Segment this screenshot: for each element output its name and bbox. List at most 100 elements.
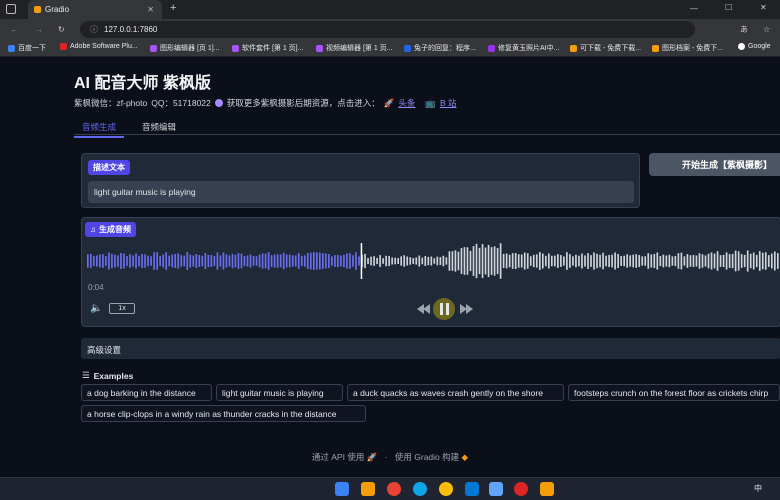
chrome-icon[interactable] [387, 482, 401, 496]
waveform-bar [647, 253, 650, 269]
waveform-bar [776, 253, 779, 269]
waveform-bar [566, 252, 568, 270]
waveform-bar [590, 255, 592, 267]
waveform-bar [728, 254, 731, 268]
waveform-bar [746, 250, 749, 272]
browser-tab[interactable]: Gradio ✕ [28, 0, 162, 19]
skip-back-icon[interactable] [417, 304, 430, 314]
reload-icon[interactable]: ↻ [58, 25, 65, 34]
waveform-bar [168, 255, 171, 267]
waveform-bar [379, 255, 381, 267]
music-note-icon: ♫ [90, 225, 96, 234]
waveform-bar [662, 254, 665, 268]
waveform-bar [117, 255, 119, 267]
example-item[interactable]: a horse clip-clops in a windy rain as th… [81, 405, 366, 422]
waveform-bar [270, 255, 273, 267]
example-item[interactable]: light guitar music is playing [216, 384, 343, 401]
waveform-bar [120, 252, 122, 270]
gradio-link[interactable]: 使用 Gradio 构建 [395, 452, 459, 462]
app-icon[interactable] [540, 482, 554, 496]
window-menu-icon[interactable] [6, 4, 16, 14]
speed-button[interactable]: 1x [109, 303, 135, 314]
bookmark-star-icon[interactable]: ☆ [763, 25, 770, 34]
forward-icon[interactable]: → [35, 25, 43, 34]
waveform-bar [623, 255, 625, 267]
bookmark-item[interactable]: 图形档案 - 免费下... [652, 43, 723, 53]
waveform-bar [99, 254, 101, 268]
start-icon[interactable] [335, 482, 349, 496]
waveform-bar [237, 253, 240, 269]
bilibili-link[interactable]: B 站 [440, 97, 457, 109]
contact-line: 紫枫微信：zf-photo QQ：51718022 获取更多紫枫摄影后期资源，点… [74, 97, 457, 109]
waveform-bar [457, 251, 460, 271]
toutiao-link[interactable]: 头条 [398, 97, 415, 109]
example-item[interactable]: a dog barking in the distance [81, 384, 212, 401]
tab-audio-edit[interactable]: 音频编辑 [142, 121, 176, 138]
info-icon[interactable]: ⓘ [90, 24, 98, 35]
waveform-bar [415, 257, 418, 265]
waveform-bar [162, 254, 164, 268]
waveform-bar [463, 247, 466, 275]
bookmark-item[interactable]: 软件套件 [第 1 页]... [232, 43, 303, 53]
waveform-bar [743, 254, 746, 268]
waveform-bar [216, 252, 219, 270]
waveform-bar [731, 253, 734, 269]
generate-button[interactable]: 开始生成【紫枫摄影】 [649, 153, 780, 176]
bookmark-item[interactable]: 图形编辑器 [页 1]... [150, 43, 220, 53]
waveform-bar [346, 253, 348, 269]
waveform-bar [680, 252, 683, 270]
store-icon[interactable] [465, 482, 479, 496]
close-window-icon[interactable]: ✕ [760, 3, 767, 12]
waveform-bar [698, 253, 701, 269]
translate-icon[interactable]: あ [740, 24, 748, 35]
tab-close-icon[interactable]: ✕ [147, 5, 154, 14]
pause-button[interactable] [433, 298, 455, 320]
waveform-bar [638, 255, 641, 267]
waveform-bar [593, 252, 595, 270]
skip-forward-icon[interactable] [460, 304, 473, 314]
waveform-bar [412, 258, 415, 264]
waveform-bar [517, 254, 520, 268]
bookmark-item[interactable]: 修复黄玉照片AI中... [488, 43, 559, 53]
waveform-bar [171, 254, 174, 268]
url-field[interactable]: ⓘ 127.0.0.1:7860 [80, 21, 695, 38]
edge-icon[interactable] [413, 482, 427, 496]
example-item[interactable]: footsteps crunch on the forest floor as … [568, 384, 780, 401]
waveform-bar [394, 257, 396, 265]
bookmark-item[interactable]: 兔子的回复：程序... [404, 43, 476, 53]
tab-audio-generate[interactable]: 音频生成 [74, 121, 125, 138]
chrome-icon[interactable] [439, 482, 453, 496]
bookmark-item[interactable]: 可下载 - 免费下载... [570, 43, 641, 53]
new-tab-icon[interactable]: + [170, 2, 176, 14]
bookmark-item[interactable]: Google [738, 43, 771, 50]
waveform-bar [581, 253, 583, 269]
example-item[interactable]: a duck quacks as waves crash gently on t… [347, 384, 564, 401]
bookmark-item[interactable]: 百度一下 [8, 43, 46, 53]
bookmark-item[interactable]: Adobe Software Plu... [60, 43, 138, 50]
file-explorer-icon[interactable] [361, 482, 375, 496]
audio-waveform[interactable] [87, 243, 780, 279]
waveform-bar [340, 255, 342, 267]
notepad-icon[interactable] [489, 482, 503, 496]
waveform-bar [605, 255, 607, 267]
maximize-icon[interactable]: ☐ [725, 3, 732, 12]
waveform-bar [180, 255, 183, 267]
api-link[interactable]: 通过 API 使用 [312, 452, 364, 462]
back-icon[interactable]: ← [10, 25, 18, 34]
description-input[interactable]: light guitar music is playing [88, 181, 634, 203]
wechat-text: 紫枫微信：zf-photo [74, 98, 148, 108]
ime-indicator[interactable]: 中 [754, 483, 762, 494]
waveform-bar [674, 255, 677, 267]
playhead-cursor[interactable] [360, 243, 363, 279]
waveform-bar [132, 255, 134, 267]
waveform-bar [288, 254, 291, 268]
tab-title: Gradio [45, 5, 70, 14]
advanced-settings-accordion[interactable]: 高级设置 [81, 338, 780, 359]
volume-icon[interactable]: 🔈 [90, 303, 102, 314]
bookmark-item[interactable]: 视频编辑器 [第 1 页... [316, 43, 393, 53]
minimize-icon[interactable]: — [690, 4, 698, 13]
waveform-bar [424, 256, 427, 266]
audio-label: ♫ 生成音频 [85, 222, 136, 237]
record-icon[interactable] [514, 482, 528, 496]
waveform-bar [105, 256, 107, 266]
